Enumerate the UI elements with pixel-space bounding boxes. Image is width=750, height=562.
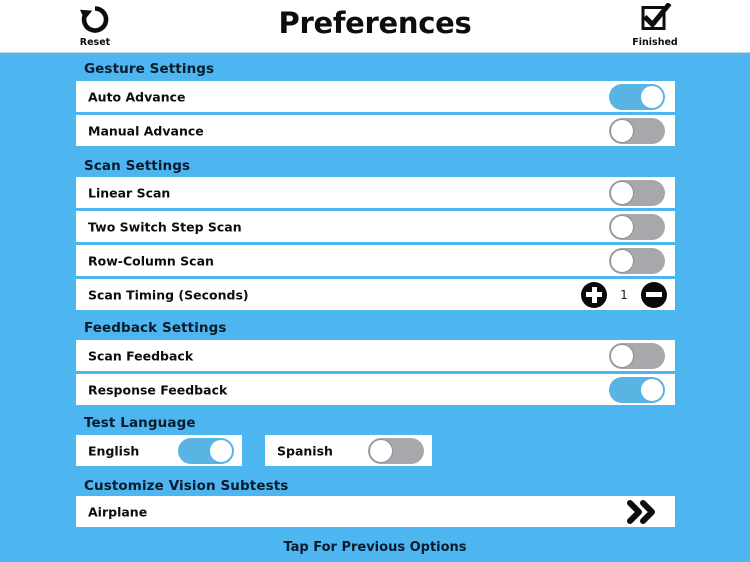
checkbox-check-icon	[615, 2, 695, 36]
section-title-gesture-settings: Gesture Settings	[84, 61, 215, 77]
minus-horizontal-bar	[646, 292, 662, 297]
row-scan-timing[interactable]: Scan Timing (Seconds) 1	[76, 279, 675, 310]
finished-label: Finished	[632, 37, 678, 48]
section-title-scan-settings: Scan Settings	[84, 158, 191, 174]
row-label: Airplane	[88, 504, 148, 519]
toggle-linear-scan[interactable]	[609, 179, 665, 206]
toggle-scan-feedback[interactable]	[609, 342, 665, 369]
row-label: Spanish	[277, 443, 333, 458]
row-label: Scan Timing (Seconds)	[88, 287, 249, 302]
preferences-content: Gesture Settings Auto Advance Manual Adv…	[0, 53, 750, 562]
toggle-knob	[640, 377, 664, 402]
plus-vertical-bar	[591, 286, 597, 303]
row-label: Row-Column Scan	[88, 253, 214, 268]
row-two-switch-step-scan[interactable]: Two Switch Step Scan	[76, 211, 675, 242]
toggle-knob	[610, 343, 634, 368]
row-response-feedback[interactable]: Response Feedback	[76, 374, 675, 405]
row-row-column-scan[interactable]: Row-Column Scan	[76, 245, 675, 276]
toggle-knob	[610, 118, 634, 143]
minus-circle-icon[interactable]	[641, 281, 667, 308]
row-manual-advance[interactable]: Manual Advance	[76, 115, 675, 146]
finished-button[interactable]: Finished	[615, 2, 695, 48]
section-title-feedback-settings: Feedback Settings	[84, 320, 227, 336]
previous-options-link[interactable]: Tap For Previous Options	[0, 540, 750, 555]
row-label: English	[88, 443, 140, 458]
row-linear-scan[interactable]: Linear Scan	[76, 177, 675, 208]
app-header: Reset Preferences Finished	[0, 0, 750, 53]
toggle-response-feedback[interactable]	[609, 376, 665, 403]
row-language-english[interactable]: English	[76, 435, 242, 466]
row-label: Auto Advance	[88, 89, 186, 104]
plus-circle-icon[interactable]	[581, 281, 607, 308]
row-label: Response Feedback	[88, 382, 228, 397]
toggle-knob	[610, 214, 634, 239]
toggle-language-english[interactable]	[178, 437, 234, 464]
row-label: Manual Advance	[88, 123, 204, 138]
row-vision-subtest-airplane[interactable]: Airplane	[76, 496, 675, 527]
toggle-manual-advance[interactable]	[609, 117, 665, 144]
toggle-knob	[209, 438, 233, 463]
scan-timing-stepper: 1	[581, 281, 667, 308]
toggle-two-switch-step-scan[interactable]	[609, 213, 665, 240]
toggle-knob	[640, 84, 664, 109]
row-label: Linear Scan	[88, 185, 171, 200]
row-label: Two Switch Step Scan	[88, 219, 242, 234]
row-scan-feedback[interactable]: Scan Feedback	[76, 340, 675, 371]
toggle-language-spanish[interactable]	[368, 437, 424, 464]
row-auto-advance[interactable]: Auto Advance	[76, 81, 675, 112]
scan-timing-value: 1	[620, 287, 628, 302]
double-chevron-right-icon[interactable]	[625, 499, 659, 525]
toggle-auto-advance[interactable]	[609, 83, 665, 110]
section-title-test-language: Test Language	[84, 415, 196, 431]
toggle-row-column-scan[interactable]	[609, 247, 665, 274]
row-label: Scan Feedback	[88, 348, 194, 363]
toggle-knob	[369, 438, 393, 463]
toggle-knob	[610, 180, 634, 205]
toggle-knob	[610, 248, 634, 273]
row-language-spanish[interactable]: Spanish	[265, 435, 432, 466]
section-title-customize-vision-subtests: Customize Vision Subtests	[84, 478, 289, 494]
